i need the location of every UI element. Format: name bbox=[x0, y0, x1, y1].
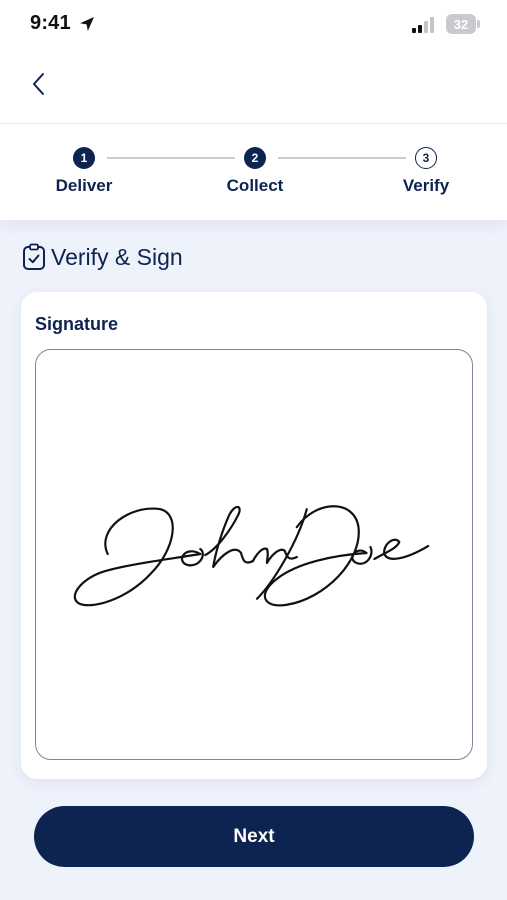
step-connector-2 bbox=[278, 157, 406, 159]
signature-pad[interactable] bbox=[35, 349, 473, 760]
step-1-indicator: 1 bbox=[73, 147, 95, 169]
step-3-number: 3 bbox=[422, 151, 430, 165]
battery-level: 32 bbox=[453, 16, 469, 32]
progress-stepper: 1 2 3 Deliver Collect Verify bbox=[0, 124, 507, 220]
step-3-indicator: 3 bbox=[415, 147, 437, 169]
step-3-label: Verify bbox=[402, 176, 450, 195]
signal-icon bbox=[412, 17, 434, 33]
battery-tip bbox=[477, 20, 480, 28]
next-button[interactable]: Next bbox=[34, 806, 474, 867]
back-button[interactable] bbox=[28, 68, 52, 100]
step-2-indicator: 2 bbox=[244, 147, 266, 169]
step-2-number: 2 bbox=[251, 151, 259, 165]
step-2-label: Collect bbox=[226, 176, 284, 195]
header-panel: 9:41 32 1 2 3 Deliver Collect Verify bbox=[0, 0, 507, 220]
step-1-number: 1 bbox=[80, 151, 88, 165]
section-heading: Verify & Sign bbox=[22, 241, 183, 273]
signature-label: Signature bbox=[35, 314, 119, 334]
chevron-left-icon bbox=[33, 73, 44, 95]
battery-icon: 32 bbox=[446, 14, 476, 34]
status-bar: 9:41 32 bbox=[0, 0, 507, 50]
step-1-label: Deliver bbox=[55, 176, 113, 195]
step-connector-1 bbox=[107, 157, 235, 159]
section-title: Verify & Sign bbox=[51, 243, 183, 270]
signature-drawing bbox=[73, 505, 430, 607]
signature-card: Signature bbox=[21, 292, 487, 779]
location-arrow-icon bbox=[80, 17, 94, 31]
status-time: 9:41 bbox=[30, 12, 71, 34]
clipboard-check-icon bbox=[23, 243, 45, 270]
